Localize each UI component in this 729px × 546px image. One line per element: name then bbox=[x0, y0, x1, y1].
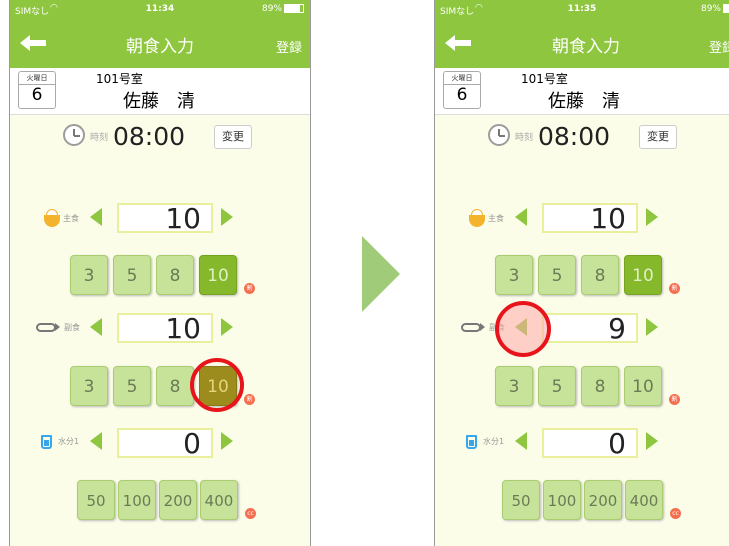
battery-indicator: 89% bbox=[701, 4, 729, 14]
date-box: 火曜日 6 bbox=[443, 71, 481, 109]
staple-btn-10[interactable]: 10 bbox=[199, 255, 237, 295]
water-value-field[interactable]: 0 bbox=[117, 428, 213, 458]
time-row: 時刻 08:00 変更 bbox=[10, 122, 310, 152]
water-cup-icon bbox=[466, 435, 477, 449]
side-value-field[interactable]: 10 bbox=[117, 313, 213, 343]
water-btn-50[interactable]: 50 bbox=[77, 480, 115, 520]
staple-label: 主食 bbox=[488, 214, 504, 223]
day-of-week: 火曜日 bbox=[19, 72, 55, 85]
water-decrement-arrow[interactable] bbox=[515, 432, 527, 450]
staple-unit-badge: 割 bbox=[669, 283, 680, 294]
side-btn-3[interactable]: 3 bbox=[70, 366, 108, 406]
water-increment-arrow[interactable] bbox=[646, 432, 658, 450]
staple-decrement-arrow[interactable] bbox=[515, 208, 527, 226]
water-value-field[interactable]: 0 bbox=[542, 428, 638, 458]
register-button[interactable]: 登録 bbox=[276, 37, 302, 56]
side-btn-5[interactable]: 5 bbox=[538, 366, 576, 406]
staple-value-field[interactable]: 10 bbox=[542, 203, 638, 233]
side-btn-8[interactable]: 8 bbox=[581, 366, 619, 406]
fish-icon bbox=[461, 323, 485, 332]
staple-btn-3[interactable]: 3 bbox=[495, 255, 533, 295]
clock-icon bbox=[63, 124, 85, 146]
battery-icon bbox=[284, 4, 304, 13]
screen-before: SIMなし ◠ 11:34 89% 朝食入力 登録 火曜日 6 101号室 佐藤… bbox=[9, 0, 311, 546]
nav-bar: 朝食入力 登録 bbox=[10, 18, 310, 68]
staple-btn-5[interactable]: 5 bbox=[113, 255, 151, 295]
side-increment-arrow[interactable] bbox=[646, 318, 658, 336]
staple-label: 主食 bbox=[63, 214, 79, 223]
rice-bowl-icon bbox=[44, 209, 60, 227]
screen-after: SIMなし ◠ 11:35 89% 朝食入力 登録 火曜日 6 101号室 佐藤… bbox=[434, 0, 729, 546]
staple-btn-8[interactable]: 8 bbox=[156, 255, 194, 295]
staple-btn-10[interactable]: 10 bbox=[624, 255, 662, 295]
rice-bowl-icon bbox=[469, 209, 485, 227]
staple-decrement-arrow[interactable] bbox=[90, 208, 102, 226]
water-btn-50[interactable]: 50 bbox=[502, 480, 540, 520]
resident-name: 佐藤 清 bbox=[548, 91, 620, 112]
side-btn-10[interactable]: 10 bbox=[624, 366, 662, 406]
day-number: 6 bbox=[456, 85, 468, 105]
register-button[interactable]: 登録 bbox=[709, 37, 729, 56]
water-unit-badge: cc bbox=[670, 508, 681, 519]
staple-btn-5[interactable]: 5 bbox=[538, 255, 576, 295]
side-btn-5[interactable]: 5 bbox=[113, 366, 151, 406]
day-of-week: 火曜日 bbox=[444, 72, 480, 85]
change-time-button[interactable]: 変更 bbox=[214, 125, 252, 149]
resident-header: 火曜日 6 101号室 佐藤 清 bbox=[435, 68, 729, 115]
side-unit-badge: 割 bbox=[244, 394, 255, 405]
staple-value-field[interactable]: 10 bbox=[117, 203, 213, 233]
time-row: 時刻 08:00 変更 bbox=[435, 122, 729, 152]
tap-highlight-ring bbox=[495, 301, 551, 357]
water-decrement-arrow[interactable] bbox=[90, 432, 102, 450]
water-btn-100[interactable]: 100 bbox=[118, 480, 156, 520]
side-unit-badge: 割 bbox=[669, 394, 680, 405]
time-label: 時刻 bbox=[515, 133, 534, 143]
side-btn-8[interactable]: 8 bbox=[156, 366, 194, 406]
staple-increment-arrow[interactable] bbox=[646, 208, 658, 226]
staple-btn-3[interactable]: 3 bbox=[70, 255, 108, 295]
water-unit-badge: cc bbox=[245, 508, 256, 519]
page-title: 朝食入力 bbox=[126, 37, 194, 57]
room-number: 101号室 bbox=[521, 72, 568, 86]
side-decrement-arrow[interactable] bbox=[90, 318, 102, 336]
water-btn-200[interactable]: 200 bbox=[584, 480, 622, 520]
resident-header: 火曜日 6 101号室 佐藤 清 bbox=[10, 68, 310, 115]
day-number: 6 bbox=[31, 85, 43, 105]
side-value-field[interactable]: 9 bbox=[542, 313, 638, 343]
staple-increment-arrow[interactable] bbox=[221, 208, 233, 226]
side-increment-arrow[interactable] bbox=[221, 318, 233, 336]
tap-highlight-ring bbox=[190, 358, 244, 412]
water-increment-arrow[interactable] bbox=[221, 432, 233, 450]
side-label: 副食 bbox=[64, 323, 80, 332]
battery-indicator: 89% bbox=[262, 4, 304, 14]
clock-icon bbox=[488, 124, 510, 146]
battery-icon bbox=[723, 4, 729, 13]
battery-percent: 89% bbox=[261, 4, 282, 14]
status-bar: SIMなし ◠ 11:35 89% bbox=[435, 0, 729, 18]
water-btn-100[interactable]: 100 bbox=[543, 480, 581, 520]
time-value: 08:00 bbox=[113, 122, 186, 151]
water-btn-200[interactable]: 200 bbox=[159, 480, 197, 520]
date-box: 火曜日 6 bbox=[18, 71, 56, 109]
change-time-button[interactable]: 変更 bbox=[639, 125, 677, 149]
side-btn-3[interactable]: 3 bbox=[495, 366, 533, 406]
time-label: 時刻 bbox=[90, 133, 109, 143]
water-label: 水分1 bbox=[483, 437, 505, 446]
water-btn-400[interactable]: 400 bbox=[200, 480, 238, 520]
staple-btn-8[interactable]: 8 bbox=[581, 255, 619, 295]
fish-icon bbox=[36, 323, 60, 332]
status-bar: SIMなし ◠ 11:34 89% bbox=[10, 0, 310, 18]
water-btn-400[interactable]: 400 bbox=[625, 480, 663, 520]
room-number: 101号室 bbox=[96, 72, 143, 86]
resident-name: 佐藤 清 bbox=[123, 91, 195, 112]
clock-time: 11:35 bbox=[567, 4, 597, 14]
transition-arrow-icon bbox=[362, 236, 400, 312]
battery-percent: 89% bbox=[700, 4, 721, 14]
time-value: 08:00 bbox=[538, 122, 611, 151]
water-cup-icon bbox=[41, 435, 52, 449]
staple-unit-badge: 割 bbox=[244, 283, 255, 294]
water-label: 水分1 bbox=[58, 437, 80, 446]
page-title: 朝食入力 bbox=[552, 37, 620, 57]
nav-bar: 朝食入力 登録 bbox=[435, 18, 729, 68]
